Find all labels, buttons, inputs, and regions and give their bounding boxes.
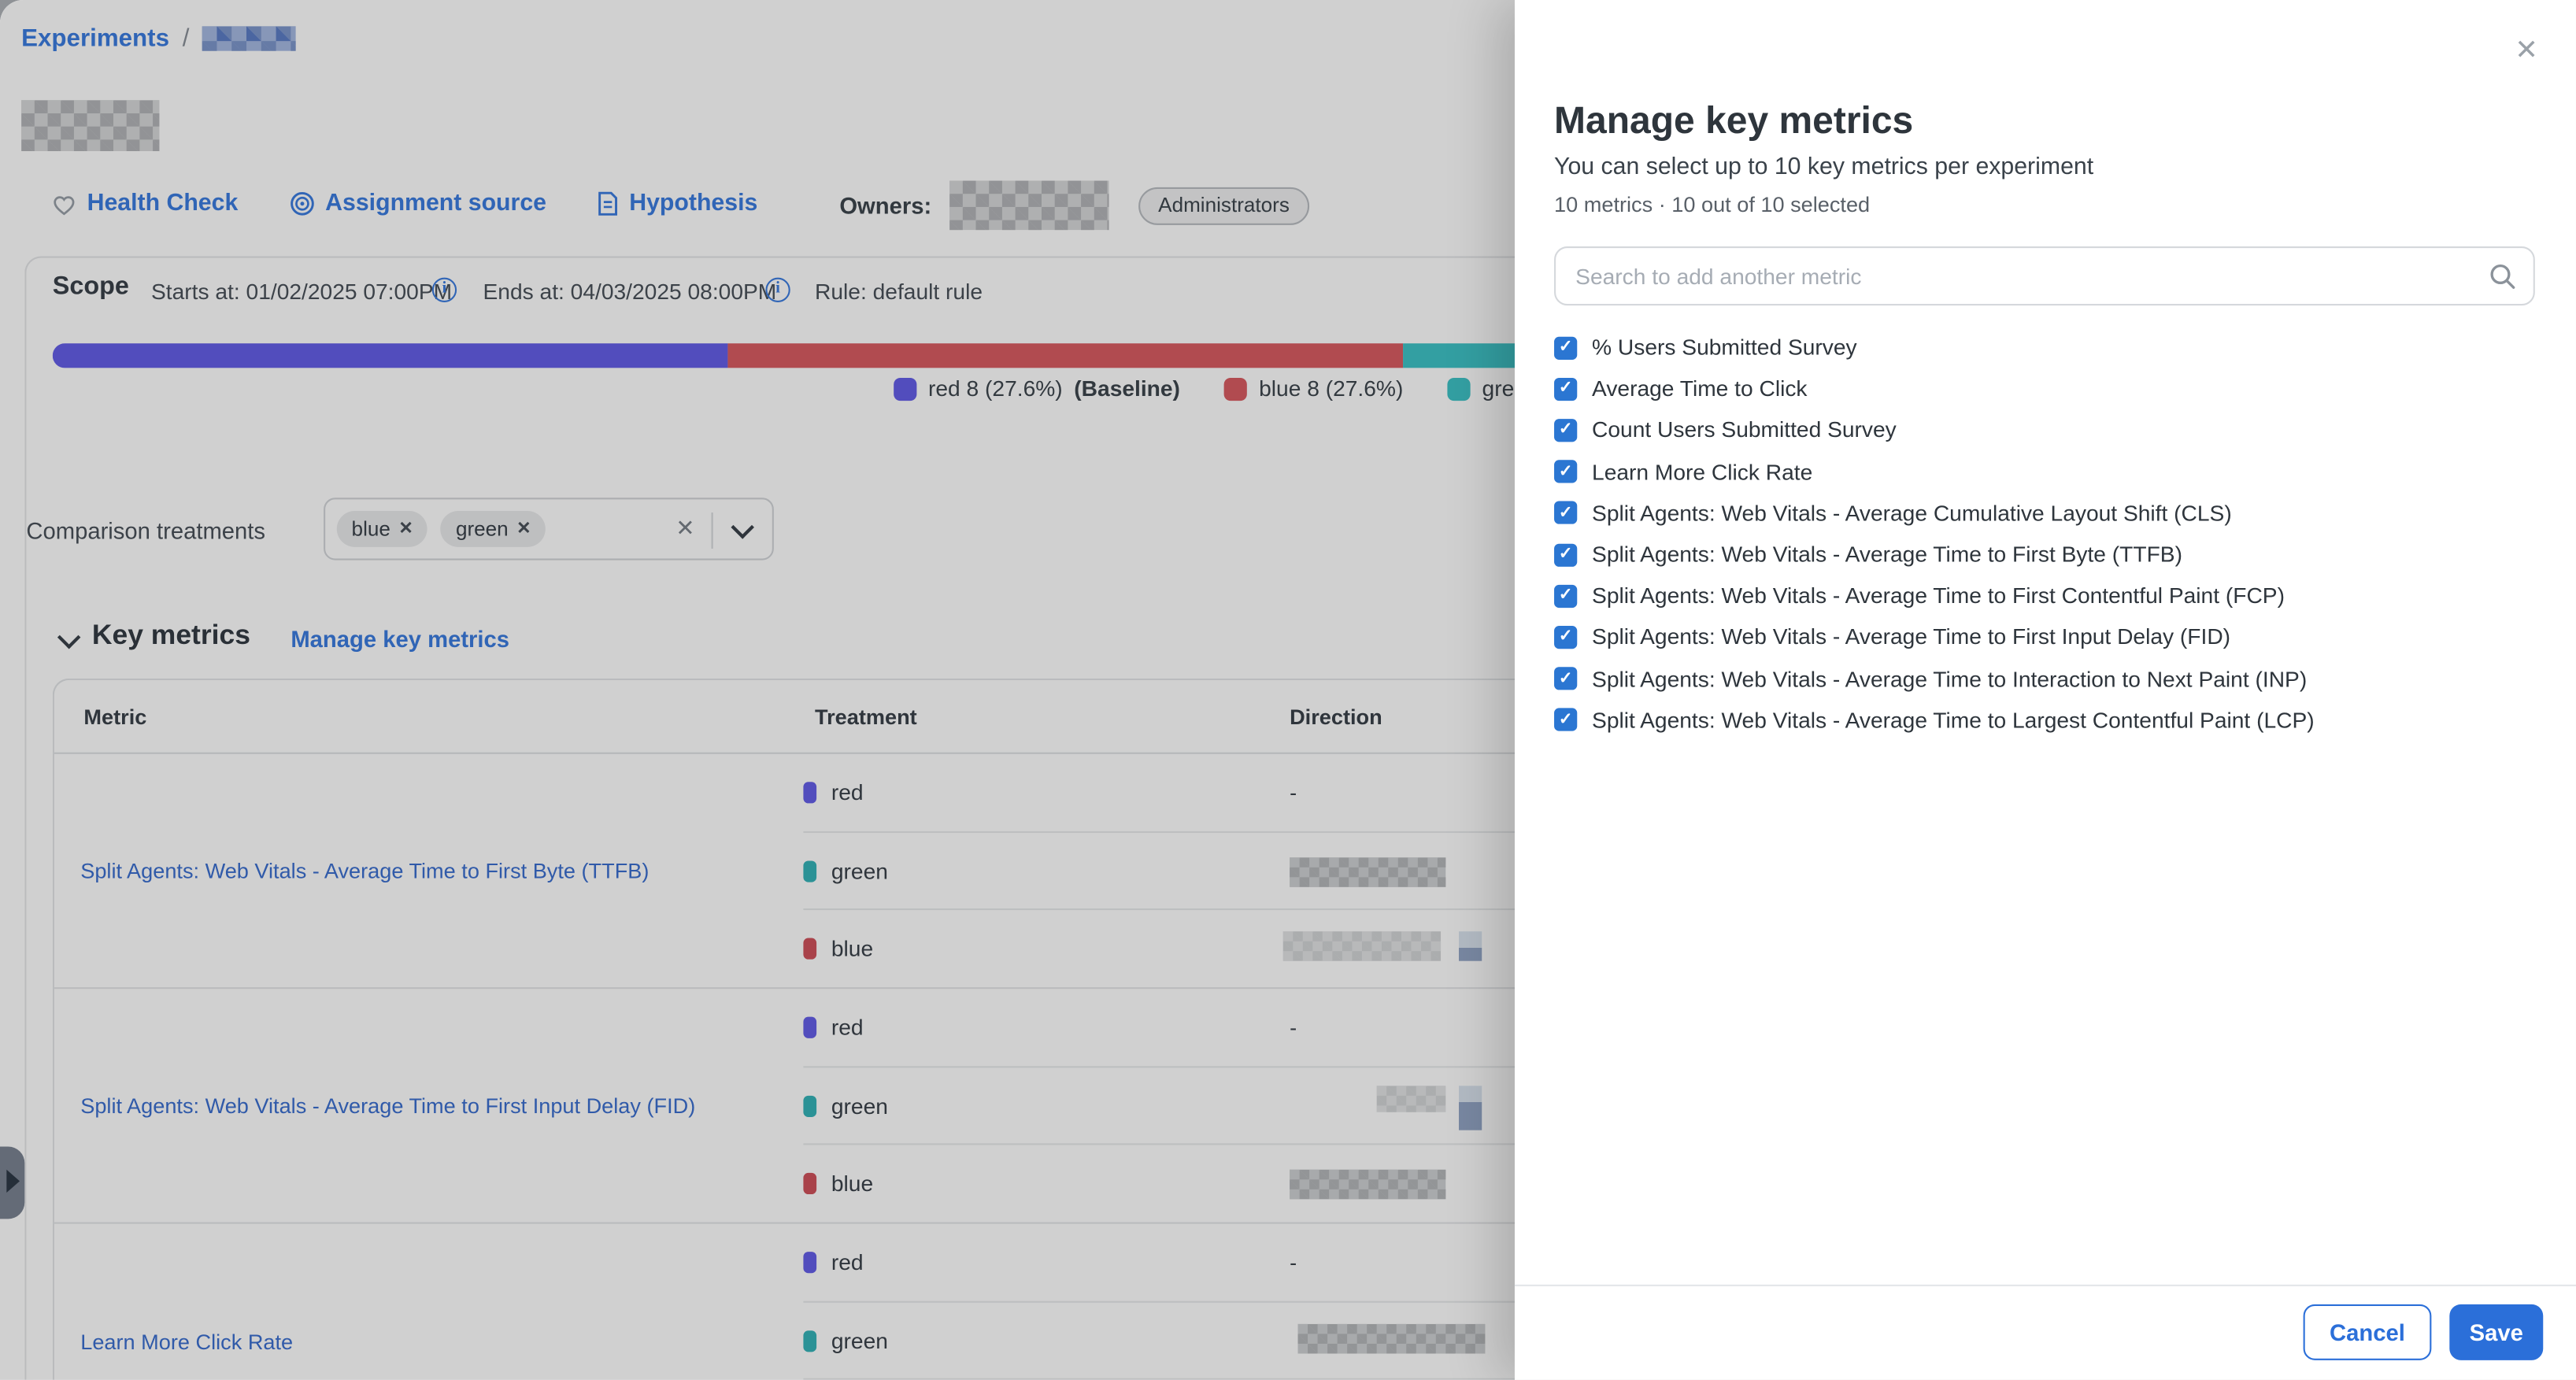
- metric-option-label: Split Agents: Web Vitals - Average Time …: [1592, 625, 2230, 649]
- metric-option-label: Split Agents: Web Vitals - Average Time …: [1592, 583, 2285, 608]
- manage-key-metrics-panel: ✕ Manage key metrics You can select up t…: [1515, 0, 2576, 1380]
- checkbox-checked[interactable]: ✓: [1554, 667, 1577, 690]
- panel-footer: Cancel Save: [1515, 1285, 2576, 1380]
- search-icon: [2489, 263, 2516, 290]
- metric-checkbox-list: ✓ % Users Submitted Survey ✓ Average Time …: [1554, 327, 2543, 741]
- metric-option[interactable]: ✓ Count Users Submitted Survey: [1554, 409, 2543, 451]
- metric-option-label: Split Agents: Web Vitals - Average Cumul…: [1592, 501, 2232, 525]
- checkbox-checked[interactable]: ✓: [1554, 708, 1577, 731]
- metric-option[interactable]: ✓ Split Agents: Web Vitals - Average Cumu…: [1554, 492, 2543, 534]
- metric-option-label: Count Users Submitted Survey: [1592, 418, 1897, 442]
- metric-search: [1554, 246, 2535, 305]
- metric-option-label: Split Agents: Web Vitals - Average Time …: [1592, 708, 2315, 732]
- metric-option[interactable]: ✓ Split Agents: Web Vitals - Average Time…: [1554, 534, 2543, 575]
- metric-option-label: Learn More Click Rate: [1592, 460, 1812, 484]
- metric-option[interactable]: ✓ Split Agents: Web Vitals - Average Time…: [1554, 575, 2543, 617]
- metric-option[interactable]: ✓ Learn More Click Rate: [1554, 451, 2543, 493]
- checkbox-checked[interactable]: ✓: [1554, 336, 1577, 359]
- checkbox-checked[interactable]: ✓: [1554, 584, 1577, 607]
- metric-option-label: Split Agents: Web Vitals - Average Time …: [1592, 666, 2307, 690]
- app-window: Experiments / Health Check Assignment so…: [0, 0, 2576, 1380]
- checkbox-checked[interactable]: ✓: [1554, 377, 1577, 400]
- metric-option[interactable]: ✓ Average Time to Click: [1554, 368, 2543, 410]
- metric-option[interactable]: ✓ % Users Submitted Survey: [1554, 327, 2543, 368]
- checkbox-checked[interactable]: ✓: [1554, 461, 1577, 483]
- cancel-button[interactable]: Cancel: [2304, 1304, 2432, 1360]
- checkbox-checked[interactable]: ✓: [1554, 543, 1577, 566]
- metric-option-label: % Users Submitted Survey: [1592, 335, 1857, 360]
- checkbox-checked[interactable]: ✓: [1554, 501, 1577, 524]
- checkbox-checked[interactable]: ✓: [1554, 626, 1577, 649]
- panel-title: Manage key metrics: [1554, 98, 1913, 142]
- panel-subtitle: You can select up to 10 key metrics per …: [1554, 154, 2093, 180]
- metric-option-label: Average Time to Click: [1592, 376, 1807, 401]
- metric-option[interactable]: ✓ Split Agents: Web Vitals - Average Time…: [1554, 616, 2543, 658]
- close-icon[interactable]: ✕: [2515, 36, 2538, 64]
- metric-option-label: Split Agents: Web Vitals - Average Time …: [1592, 542, 2182, 567]
- checkbox-checked[interactable]: ✓: [1554, 419, 1577, 442]
- metric-option[interactable]: ✓ Split Agents: Web Vitals - Average Time…: [1554, 699, 2543, 741]
- metric-search-input[interactable]: [1554, 246, 2535, 305]
- save-button[interactable]: Save: [2449, 1304, 2543, 1360]
- metric-option[interactable]: ✓ Split Agents: Web Vitals - Average Time…: [1554, 658, 2543, 700]
- metrics-count-summary: 10 metrics · 10 out of 10 selected: [1554, 192, 1870, 216]
